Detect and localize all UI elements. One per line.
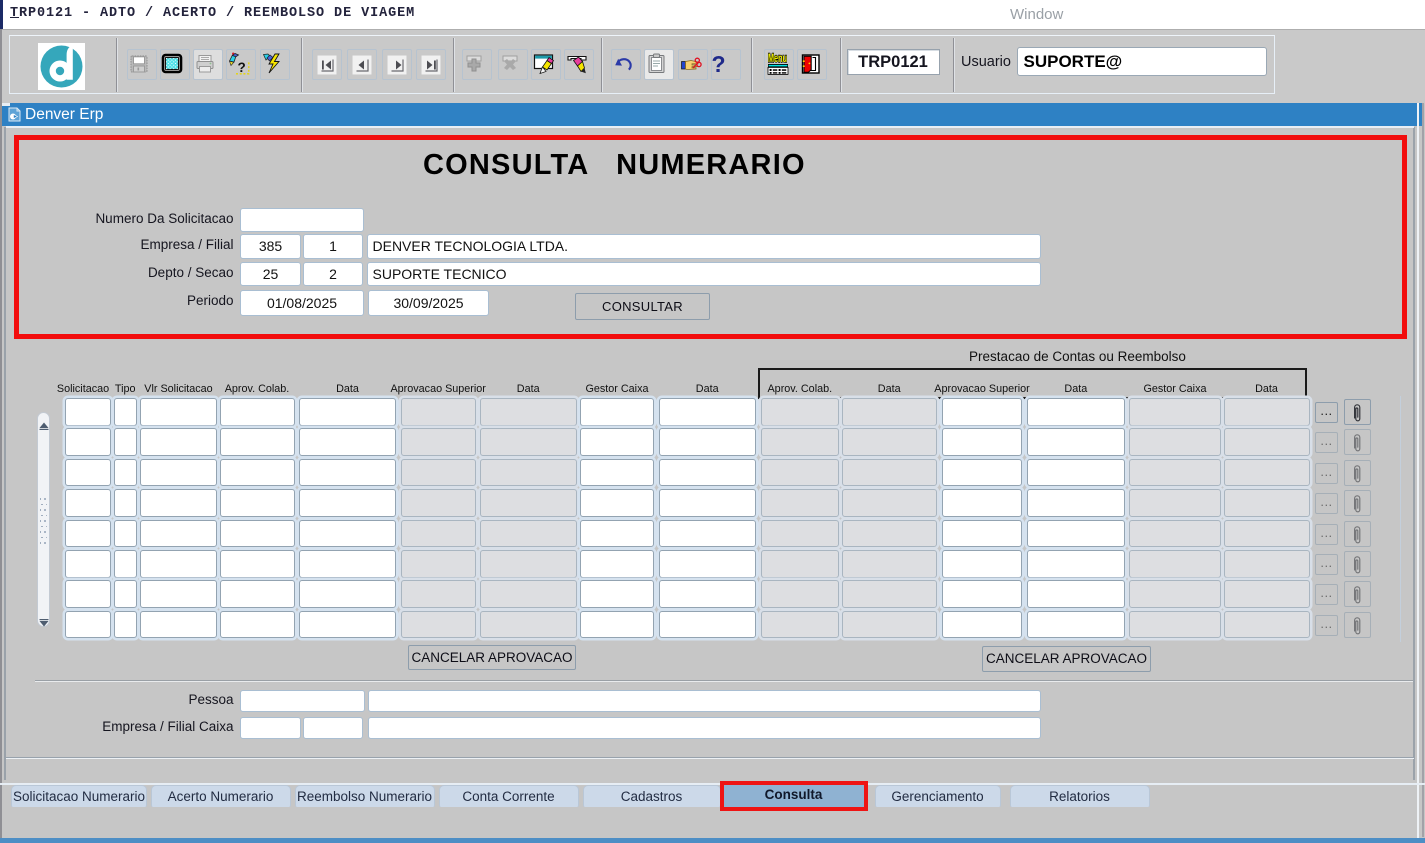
svg-text:?: ? (238, 60, 246, 75)
svg-text:Menu: Menu (768, 53, 787, 65)
